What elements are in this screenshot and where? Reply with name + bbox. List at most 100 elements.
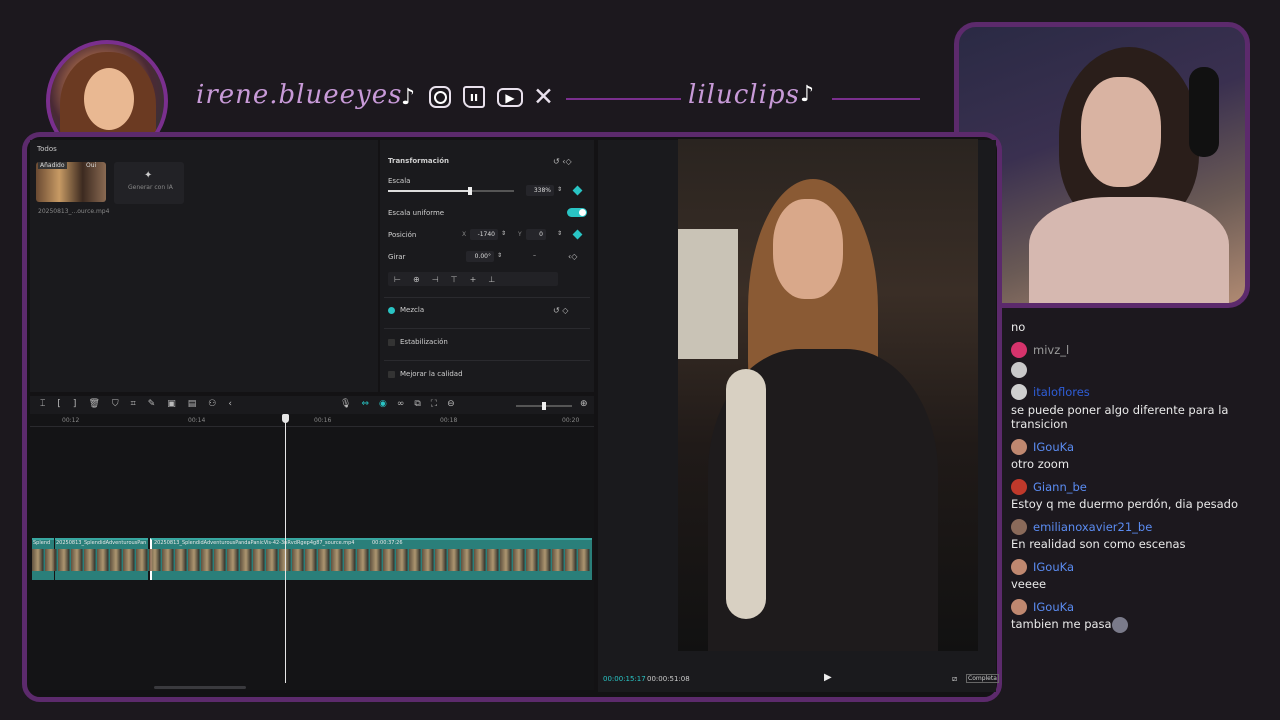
tiktok-icon-secondary: ♪ — [800, 82, 815, 107]
stepper-icon[interactable]: ⇕ — [501, 230, 506, 237]
position-y-field[interactable]: 0 — [526, 229, 546, 240]
header-divider-right — [832, 98, 920, 100]
media-tab-all[interactable]: Todos — [37, 145, 57, 153]
chat-message: En realidad son como escenas — [1011, 537, 1186, 551]
clip-filmstrip — [32, 549, 590, 571]
stepper-icon[interactable]: ⇕ — [497, 252, 502, 259]
uniform-scale-label: Escala uniforme — [388, 209, 445, 217]
align-bottom-icon[interactable]: ⊥ — [488, 275, 495, 284]
trim-left-icon[interactable]: [ — [57, 399, 61, 409]
snap-icon[interactable]: ∞ — [397, 399, 405, 409]
chat-username[interactable]: Giann_be — [1033, 480, 1087, 494]
zoom-slider[interactable] — [516, 402, 572, 410]
generate-ai-label: Generar con IA — [128, 184, 173, 191]
rotate-value-field[interactable]: 0.00° — [466, 251, 494, 262]
user-avatar-icon — [1011, 384, 1027, 400]
preview-wall — [678, 229, 738, 359]
generate-ai-button[interactable]: ✦ Generar con IA — [114, 162, 184, 204]
youtube-icon: ▶ — [497, 88, 523, 107]
user-badge-icon — [1011, 342, 1027, 358]
link-icon[interactable]: ⇔ — [361, 399, 369, 409]
webcam-body — [1029, 197, 1229, 303]
blend-checkbox[interactable] — [388, 307, 395, 314]
chat-username[interactable]: emilianoxavier21_be — [1033, 520, 1152, 534]
section-divider — [384, 328, 590, 329]
stepper-icon[interactable]: ⇕ — [557, 186, 562, 193]
sparkle-icon: ✦ — [144, 170, 153, 181]
microphone-icon[interactable]: 🎙 — [340, 399, 351, 409]
align-center-icon[interactable]: ⊕ — [413, 275, 420, 284]
magnet-icon[interactable]: ◉ — [379, 399, 387, 409]
streamer-handle: irene.blueeyes — [196, 80, 403, 110]
fullscreen-icon[interactable]: ⛶ — [431, 399, 437, 409]
uniform-scale-toggle[interactable] — [567, 208, 587, 217]
collapse-icon[interactable]: ‹ — [228, 399, 232, 409]
chat-username[interactable]: IGouKa — [1033, 600, 1074, 614]
stepper-icon[interactable]: ⇕ — [557, 230, 562, 237]
clip-label: 20250813_SplendidAdventurousPan — [56, 540, 147, 546]
stabilize-label[interactable]: Estabilización — [400, 338, 448, 346]
scale-slider-handle[interactable] — [467, 187, 472, 195]
reset-icon[interactable]: ↺ ◇ — [553, 306, 568, 315]
zoom-in-icon[interactable]: ⊕ — [580, 399, 588, 409]
avatar-face — [84, 68, 134, 130]
delete-icon[interactable]: 🗑 — [88, 399, 99, 409]
edit-tools: ⌶ [] 🗑 ⛉ ⌗ ✎ ▣ ▤ ⚇ ‹ — [40, 399, 232, 409]
ruler-tick: 00:16 — [314, 417, 332, 424]
image-icon[interactable]: ▣ — [167, 399, 176, 409]
timeline-scrollbar[interactable] — [154, 686, 246, 689]
ruler-tick: 00:14 — [188, 417, 206, 424]
zoom-out-icon[interactable]: ⊖ — [447, 399, 455, 409]
twitch-icon: ıı — [463, 86, 485, 108]
preview-face — [773, 199, 843, 299]
section-divider — [384, 297, 590, 298]
shield-icon[interactable]: ⛉ — [112, 399, 119, 409]
chat-username[interactable]: italoflores — [1033, 385, 1090, 399]
align-middle-icon[interactable]: + — [470, 275, 477, 284]
zoom-slider-handle[interactable] — [542, 402, 546, 410]
reset-icon[interactable]: ↺ ‹◇ — [553, 157, 572, 166]
transform-section-title[interactable]: Transformación — [388, 157, 449, 165]
align-left-icon[interactable]: ⊢ — [394, 275, 401, 284]
aspect-icon[interactable]: ⧄ — [952, 674, 957, 684]
user-avatar-icon — [1011, 439, 1027, 455]
scale-value-field[interactable]: 338% — [526, 185, 554, 196]
position-label: Posición — [388, 231, 417, 239]
align-toolbar: ⊢ ⊕ ⊣ ⊤ + ⊥ — [388, 272, 558, 286]
keyframe-icon[interactable]: ‹◇ — [568, 252, 577, 261]
person-icon[interactable]: ⚇ — [208, 399, 216, 409]
quality-checkbox[interactable] — [388, 371, 395, 378]
chat-username[interactable]: mivz_l — [1033, 343, 1069, 357]
chat-username[interactable]: IGouKa — [1033, 560, 1074, 574]
align-top-icon[interactable]: ⊤ — [451, 275, 458, 284]
position-x-label: X — [462, 231, 467, 238]
play-button[interactable]: ▶ — [824, 672, 832, 683]
trim-right-icon[interactable]: ] — [73, 399, 77, 409]
position-x-field[interactable]: -1740 — [470, 229, 498, 240]
preview-icon[interactable]: ⧉ — [414, 399, 420, 409]
preview-scarf — [726, 369, 766, 619]
chat-message: se puede poner algo diferente para la tr… — [1011, 403, 1229, 431]
inspector-panel — [380, 140, 594, 392]
blend-label[interactable]: Mezcla — [400, 306, 424, 314]
fullscreen-button[interactable]: Completa — [966, 674, 999, 683]
crop-icon[interactable]: ⌗ — [131, 399, 136, 409]
split-icon[interactable]: ⌶ — [40, 399, 45, 409]
quality-label[interactable]: Mejorar la calidad — [400, 370, 463, 378]
scale-slider[interactable] — [388, 187, 514, 195]
thumbnail-other-badge: Oui — [86, 162, 97, 169]
ruler-tick: 00:12 — [62, 417, 80, 424]
stabilize-checkbox[interactable] — [388, 339, 395, 346]
playhead-handle[interactable] — [282, 414, 289, 423]
clip-label: 20250813_SplendidAdventurousPandaPanicVi… — [154, 540, 355, 546]
pen-icon[interactable]: ✎ — [148, 399, 156, 409]
ruler-tick: 00:18 — [440, 417, 458, 424]
video-icon[interactable]: ▤ — [188, 399, 197, 409]
align-right-icon[interactable]: ⊣ — [432, 275, 439, 284]
video-preview[interactable] — [678, 139, 978, 651]
chat-message: tambien me pasa — [1011, 617, 1112, 631]
thumbnail-added-badge: Añadido — [38, 162, 67, 169]
playhead[interactable] — [285, 418, 286, 683]
chat-username[interactable]: IGouKa — [1033, 440, 1074, 454]
rotate-dash: – — [533, 252, 536, 259]
